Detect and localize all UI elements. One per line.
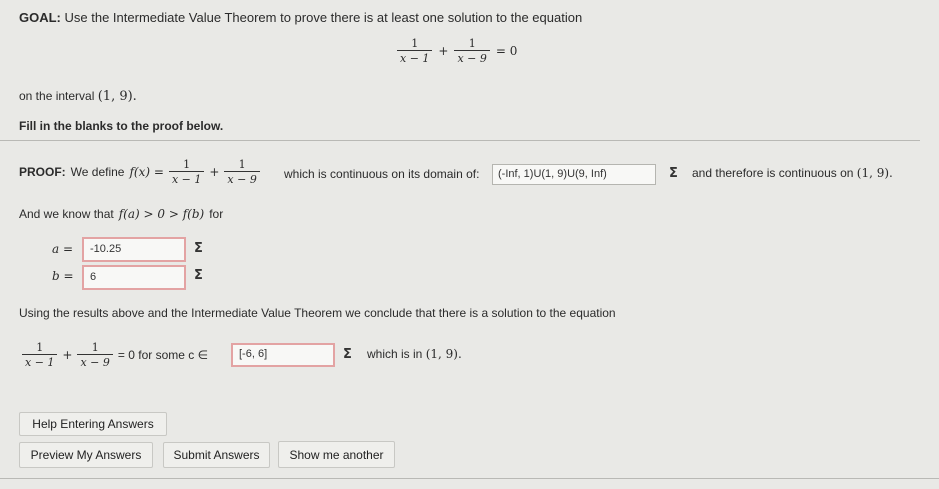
proof-fraction-1: 1 x − 1 [168,158,205,186]
a-input[interactable]: -10.25 [82,237,186,262]
conclusion-fraction-2: 1 x − 9 [77,341,113,369]
equation-equals: = 0 [495,44,518,58]
proof-fraction-2: 1 x − 9 [224,158,260,186]
fill-blanks-instruction: Fill in the blanks to the proof below. [19,119,224,133]
conclusion-equation: 1 x − 1 + 1 x − 9 = 0 for some c ∈ [22,341,208,369]
know-text: And we know that [19,207,114,221]
conclusion-plus: + [62,348,73,362]
conclusion-fraction-1: 1 x − 1 [22,341,58,369]
which-in-math: (1, 9). [425,347,462,361]
domain-sigma-icon[interactable]: Σ [669,166,678,181]
b-label: b = [52,269,74,283]
preview-answers-button[interactable]: Preview My Answers [19,442,153,468]
c-interval-input[interactable]: [-6, 6] [231,343,335,367]
goal-text: Use the Intermediate Value Theorem to pr… [64,10,583,25]
equation-plus: + [438,44,449,58]
equation-fraction-2: 1 x − 9 [454,37,490,65]
c-sigma-icon[interactable]: Σ [343,347,352,362]
help-entering-answers-button[interactable]: Help Entering Answers [19,412,167,436]
therefore-text: and therefore is continuous on [692,166,854,180]
proof-plus: + [209,165,220,179]
goal-label: GOAL: [19,10,61,25]
conclusion-text: Using the results above and the Intermed… [19,306,616,320]
proof-line: PROOF: We define f(x) = 1 x − 1 + 1 x − … [19,158,260,186]
a-label: a = [52,242,74,256]
divider-top [0,140,920,141]
b-input[interactable]: 6 [82,265,186,290]
conclusion-for-some: = 0 for some c ∈ [117,348,209,362]
therefore-line: and therefore is continuous on (1, 9). [692,166,893,180]
know-line: And we know that f(a) > 0 > f(b) for [19,207,223,221]
interval-line: on the interval (1, 9). [19,89,137,104]
goal-equation: 1 x − 1 + 1 x − 9 = 0 [397,37,517,65]
show-me-another-button[interactable]: Show me another [278,441,395,468]
b-sigma-icon[interactable]: Σ [194,268,203,283]
proof-label: PROOF: [19,165,66,179]
interval-text: on the interval [19,89,95,103]
interval-math: (1, 9). [97,89,137,104]
therefore-math: (1, 9). [856,166,893,180]
which-in-text: which is in [367,347,423,361]
know-for-text: for [209,207,224,221]
domain-input[interactable]: (-Inf, 1)U(1, 9)U(9, Inf) [492,164,656,185]
proof-define: We define [70,165,125,179]
a-sigma-icon[interactable]: Σ [194,241,203,256]
divider-bottom [0,478,939,479]
equation-fraction-1: 1 x − 1 [397,37,433,65]
goal-line: GOAL: Use the Intermediate Value Theorem… [19,10,582,25]
know-math: f(a) > 0 > f(b) [118,207,205,221]
proof-fx: f(x) = [129,165,164,179]
continuous-text: which is continuous on its domain of: [284,167,480,181]
submit-answers-button[interactable]: Submit Answers [163,442,270,468]
which-in-line: which is in (1, 9). [367,347,462,361]
